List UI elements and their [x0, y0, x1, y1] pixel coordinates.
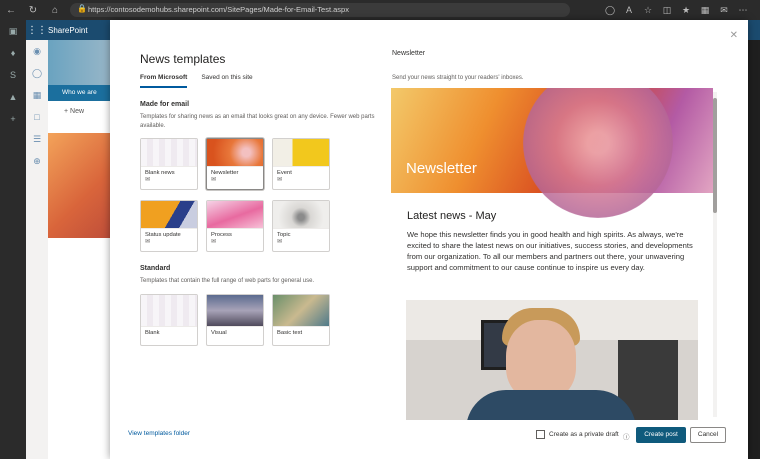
sharepoint-page: Who we are + New [48, 40, 110, 459]
template-label: Process [211, 232, 232, 238]
template-card-visual[interactable]: Visual [206, 294, 264, 346]
address-bar[interactable]: https://contosodemohubs.sharepoint.com/S… [70, 3, 570, 17]
browser-sidebar: ▣ ♦ S ▲ + [0, 20, 26, 459]
template-label: Basic text [277, 330, 303, 336]
add-icon[interactable]: + [0, 108, 26, 130]
add-circle-icon[interactable]: ⊕ [26, 150, 48, 172]
template-thumbnail [207, 295, 263, 327]
article-body: We hope this newsletter finds you in goo… [407, 230, 693, 272]
private-draft-label: Create as a private draft [549, 431, 619, 438]
info-icon[interactable]: ⓘ [623, 431, 630, 441]
hero-image [48, 133, 110, 238]
favorite-star-icon[interactable]: ☆ [641, 3, 655, 17]
section-title-email: Made for email [140, 101, 190, 108]
preview-description: Send your news straight to your readers'… [392, 75, 524, 81]
close-icon[interactable]: ✕ [730, 30, 738, 41]
viva-icon[interactable]: ♦ [0, 42, 26, 64]
news-icon[interactable]: ▦ [26, 84, 48, 106]
photo-face [506, 320, 576, 400]
private-draft-checkbox[interactable] [536, 430, 545, 439]
template-card-blank-news[interactable]: Blank news ✉ [140, 138, 198, 190]
read-aloud-icon[interactable]: A [622, 3, 636, 17]
file-icon[interactable]: □ [26, 106, 48, 128]
feedback-icon[interactable]: ✉ [717, 3, 731, 17]
section-title-standard: Standard [140, 265, 171, 272]
template-thumbnail [273, 295, 329, 327]
preview-banner: Newsletter [391, 88, 713, 218]
template-thumbnail [273, 139, 329, 167]
template-thumbnail [207, 201, 263, 229]
section-desc-email: Templates for sharing news as an email t… [140, 114, 375, 129]
preview-scrollbar-thumb[interactable] [713, 98, 717, 213]
template-label: Status update [145, 232, 181, 238]
template-card-event[interactable]: Event ✉ [272, 138, 330, 190]
email-icon: ✉ [145, 177, 151, 183]
outlook-icon[interactable]: ▲ [0, 86, 26, 108]
template-card-newsletter[interactable]: Newsletter ✉ [206, 138, 264, 190]
new-button[interactable]: + New [48, 101, 110, 123]
dialog-title: News templates [140, 52, 226, 66]
template-preview: Newsletter Latest news - May We hope thi… [391, 88, 721, 420]
tab-saved-on-site[interactable]: Saved on this site [201, 74, 252, 88]
lock-icon: 🔒 [77, 4, 87, 13]
template-thumbnail [141, 201, 197, 229]
email-icon: ✉ [277, 239, 283, 245]
sharepoint-icon[interactable]: S [0, 64, 26, 86]
template-label: Blank news [145, 170, 175, 176]
extension-icon[interactable]: ◯ [603, 3, 617, 17]
tab-actions-icon[interactable]: ▣ [0, 20, 26, 42]
email-icon: ✉ [211, 239, 217, 245]
collections-icon[interactable]: ▦ [698, 3, 712, 17]
preview-heading: Newsletter [392, 50, 426, 57]
template-label: Topic [277, 232, 291, 238]
email-icon: ✉ [277, 177, 283, 183]
site-banner [48, 40, 110, 85]
template-label: Newsletter [211, 170, 239, 176]
site-nav-item[interactable]: Who we are [48, 85, 110, 101]
view-templates-folder-link[interactable]: View templates folder [128, 430, 190, 437]
home-icon[interactable]: ⌂ [44, 0, 66, 20]
app-launcher-icon[interactable]: ⋮⋮ [26, 25, 48, 36]
back-icon[interactable]: ← [0, 0, 22, 20]
list-icon[interactable]: ☰ [26, 128, 48, 150]
refresh-icon[interactable]: ↻ [22, 0, 44, 20]
favorites-icon[interactable]: ★ [679, 3, 693, 17]
template-card-process[interactable]: Process ✉ [206, 200, 264, 252]
template-tabs: From Microsoft Saved on this site [140, 74, 253, 88]
template-label: Visual [211, 330, 227, 336]
template-thumbnail [141, 295, 197, 327]
template-card-topic[interactable]: Topic ✉ [272, 200, 330, 252]
article-photo [406, 300, 698, 420]
cancel-button[interactable]: Cancel [690, 427, 726, 443]
template-thumbnail [273, 201, 329, 229]
template-label: Blank [145, 330, 160, 336]
home-site-icon[interactable]: ◉ [26, 40, 48, 62]
globe-icon[interactable]: ◯ [26, 62, 48, 84]
news-templates-dialog: ✕ News templates From Microsoft Saved on… [110, 20, 748, 459]
create-post-button[interactable]: Create post [636, 427, 686, 443]
banner-decoration [523, 88, 673, 218]
template-card-basic-text[interactable]: Basic text [272, 294, 330, 346]
email-icon: ✉ [145, 239, 151, 245]
template-card-blank[interactable]: Blank [140, 294, 198, 346]
article-title: Latest news - May [407, 210, 497, 222]
sharepoint-appbar: ◉ ◯ ▦ □ ☰ ⊕ [26, 40, 48, 459]
template-thumbnail [141, 139, 197, 167]
email-icon: ✉ [211, 177, 217, 183]
banner-title: Newsletter [406, 160, 477, 177]
more-options-icon[interactable]: ⋯ [736, 3, 750, 17]
app-name[interactable]: SharePoint [48, 26, 88, 35]
tab-from-microsoft[interactable]: From Microsoft [140, 74, 188, 88]
browser-actions: ◯ A ☆ ◫ ★ ▦ ✉ ⋯ [603, 0, 750, 20]
section-desc-standard: Templates that contain the full range of… [140, 278, 315, 284]
template-label: Event [277, 170, 292, 176]
split-screen-icon[interactable]: ◫ [660, 3, 674, 17]
photo-shirt [466, 390, 636, 420]
template-thumbnail [207, 139, 263, 167]
template-card-status-update[interactable]: Status update ✉ [140, 200, 198, 252]
